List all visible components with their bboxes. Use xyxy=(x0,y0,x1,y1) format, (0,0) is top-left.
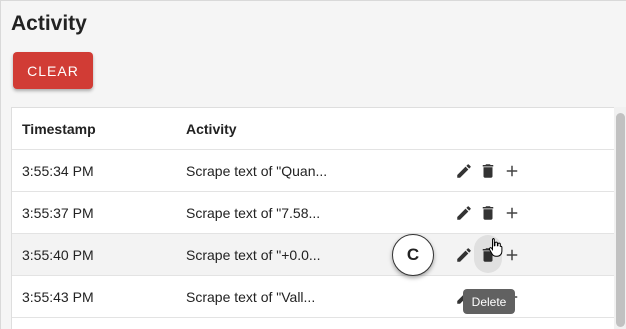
timestamp-cell: 3:55:37 PM xyxy=(22,204,94,221)
annotation-marker: C xyxy=(392,234,434,276)
panel-title: Activity xyxy=(11,12,87,35)
timestamp-cell: 3:55:43 PM xyxy=(22,288,94,305)
column-header-timestamp: Timestamp xyxy=(22,120,96,137)
timestamp-cell: 3:55:34 PM xyxy=(22,162,94,179)
activity-cell: Scrape text of "Vall... xyxy=(186,288,316,305)
plus-icon[interactable] xyxy=(502,245,522,265)
scrollbar-thumb[interactable] xyxy=(616,113,625,327)
activity-table: Timestamp Activity 3:55:34 PM Scrape tex… xyxy=(11,107,626,329)
activity-cell: Scrape text of "7.58... xyxy=(186,204,321,221)
row-actions xyxy=(454,203,526,223)
pencil-icon[interactable] xyxy=(454,245,474,265)
timestamp-cell: 3:55:40 PM xyxy=(22,246,94,263)
clear-button[interactable]: CLEAR xyxy=(13,52,93,89)
row-actions xyxy=(454,161,526,181)
plus-icon[interactable] xyxy=(502,161,522,181)
plus-icon[interactable] xyxy=(502,203,522,223)
trash-icon[interactable] xyxy=(478,203,498,223)
hand-cursor-icon xyxy=(488,238,503,257)
table-header: Timestamp Activity xyxy=(12,108,616,150)
pencil-icon[interactable] xyxy=(454,161,474,181)
delete-tooltip: Delete xyxy=(463,289,515,314)
scrollbar[interactable] xyxy=(614,107,626,329)
table-row[interactable]: 3:55:37 PM Scrape text of "7.58... xyxy=(12,192,616,234)
activity-panel: Activity CLEAR Timestamp Activity 3:55:3… xyxy=(0,0,626,329)
activity-cell: Scrape text of "+0.0... xyxy=(186,246,321,263)
activity-cell: Scrape text of "Quan... xyxy=(186,162,328,179)
table-row[interactable]: 3:55:43 PM Scrape text of "Vall... xyxy=(12,276,616,318)
pencil-icon[interactable] xyxy=(454,203,474,223)
table-row[interactable]: 3:55:34 PM Scrape text of "Quan... xyxy=(12,150,616,192)
table-row[interactable]: 3:55:40 PM Scrape text of "+0.0... xyxy=(12,234,616,276)
trash-icon[interactable] xyxy=(478,161,498,181)
column-header-activity: Activity xyxy=(186,120,237,137)
